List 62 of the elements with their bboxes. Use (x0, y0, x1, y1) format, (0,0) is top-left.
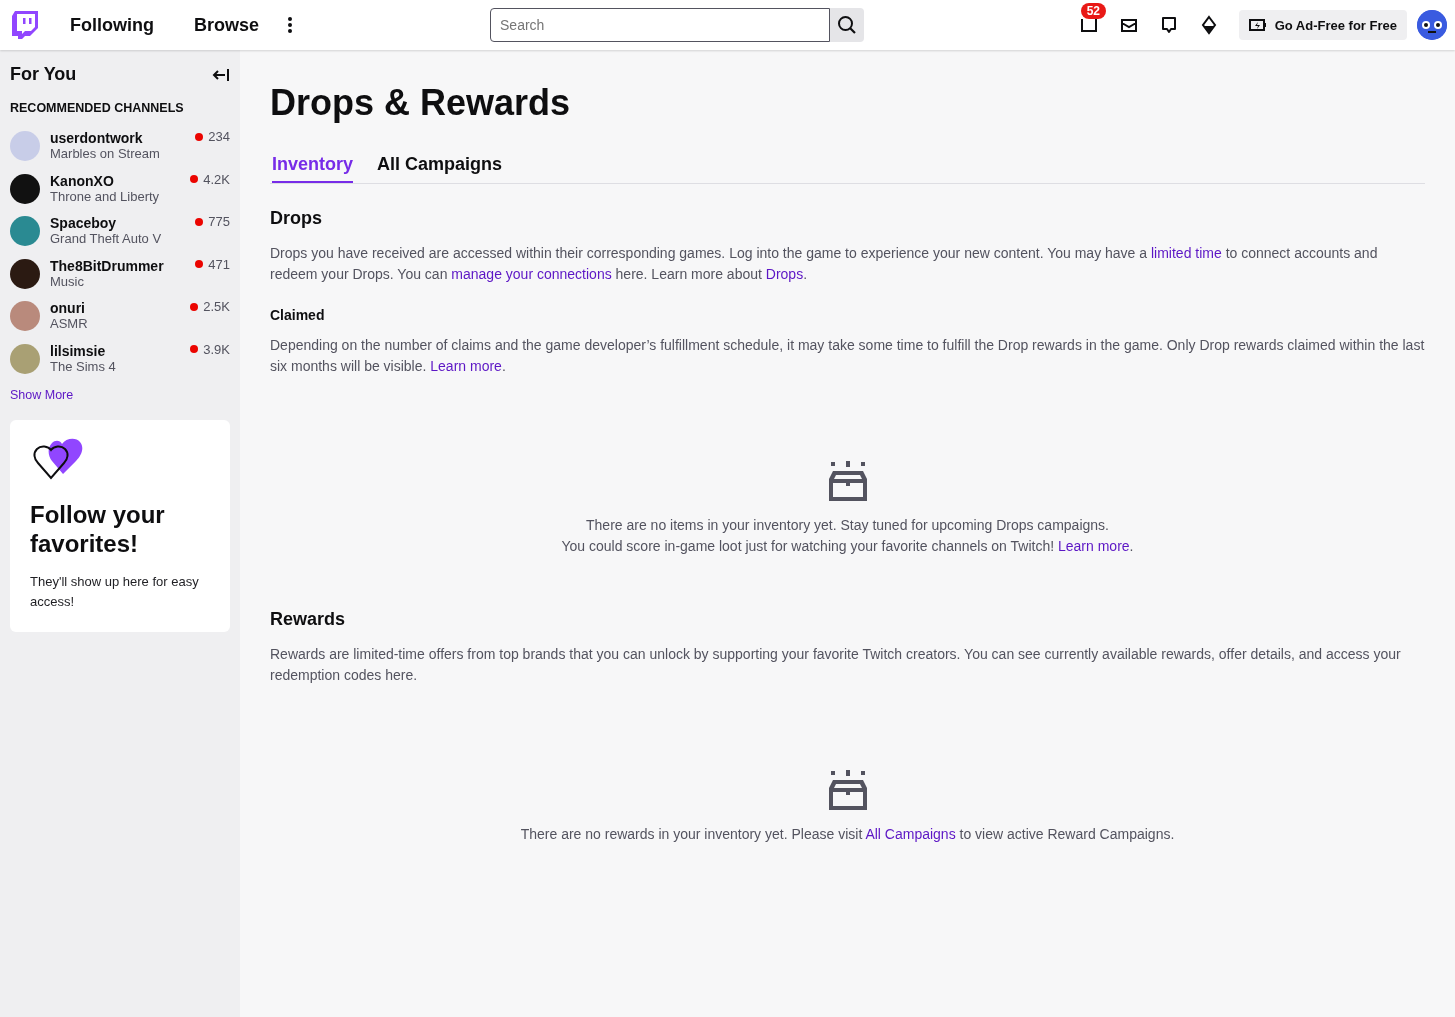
notification-badge: 52 (1080, 3, 1107, 19)
user-avatar[interactable] (1417, 10, 1447, 40)
nav-link[interactable]: Following (70, 14, 154, 36)
text-link[interactable]: All Campaigns (865, 826, 956, 842)
search-icon (837, 15, 857, 35)
viewer-count: 3.9K (203, 341, 230, 357)
live-dot (195, 260, 204, 268)
section-description: Drops you have received are accessed within their corresponding games. Log into the game to experience your new content. You may have a limited time to connect accounts and redeem your Drops. You can manage your connections here. Learn more about Drops. (270, 244, 1379, 284)
promo-title: Follow your favorites! (30, 500, 166, 558)
collapse-icon[interactable] (212, 67, 230, 82)
channel-category: Throne and Liberty (50, 188, 161, 204)
section-heading: Rewards (270, 609, 347, 630)
channel-name[interactable]: KanonXO (50, 173, 191, 189)
channel-name[interactable]: Spaceboy (50, 216, 196, 232)
empty-state-text: You could score in-game loot just for watching your favorite channels on Twitch! Learn more. (561, 537, 1134, 556)
more-icon[interactable] (287, 16, 293, 34)
treasure-chest-icon (826, 770, 869, 812)
section-description: Depending on the number of claims and the game developer’s fulfillment schedule, it may take some time to fulfill the Drop rewards in the game. Only Drop rewards claimed within the last six months will be visible. Learn more. (270, 336, 1425, 376)
tab[interactable]: All Campaigns (377, 154, 503, 183)
tab[interactable]: Inventory (272, 154, 354, 183)
channel-name[interactable]: userdontwork (50, 131, 196, 147)
live-dot (190, 302, 199, 311)
nav-link[interactable]: Browse (194, 14, 259, 36)
live-dot (195, 217, 204, 226)
section-title: RECOMMENDED CHANNELS (10, 101, 185, 115)
empty-state-text: There are no items in your inventory yet. Stay tuned for upcoming Drops campaigns. (586, 516, 1109, 535)
channel-category: Grand Theft Auto V (50, 231, 163, 247)
live-dot (190, 175, 199, 183)
text-link[interactable]: Learn more (1058, 538, 1130, 554)
sidebar-title: For You (10, 64, 77, 85)
channel-category: The Sims 4 (50, 358, 117, 374)
page-title: Drops & Rewards (270, 82, 572, 124)
battery-icon (1248, 18, 1267, 32)
section-heading: Claimed (270, 307, 326, 323)
ad-free-button[interactable]: Go Ad-Free for Free (1238, 10, 1407, 40)
viewer-count: 234 (208, 129, 230, 144)
section-heading: Drops (270, 208, 323, 229)
channel-category: Music (50, 273, 85, 289)
live-dot (195, 132, 204, 141)
channel-avatar[interactable] (10, 173, 40, 204)
channel-name[interactable]: onuri (50, 301, 191, 317)
promo-text: They'll show up here for easy access! (30, 573, 200, 611)
channel-category: ASMR (50, 316, 89, 332)
channel-category: Marbles on Stream (50, 146, 161, 162)
empty-state-text: There are no rewards in your inventory yet. Please visit All Campaigns to view active Reward Campaigns. (520, 825, 1175, 844)
treasure-chest-icon (826, 461, 869, 503)
viewer-count: 4.2K (203, 171, 230, 187)
text-link[interactable]: Learn more (430, 358, 502, 374)
text-link[interactable]: manage your connections (451, 266, 612, 282)
section-description: Rewards are limited-time offers from top brands that you can unlock by supporting your favorite Twitch creators. You can see currently available rewards, offer details, and access your redemption codes here. (270, 645, 1402, 685)
viewer-count: 775 (208, 214, 230, 229)
search-button[interactable] (830, 8, 864, 42)
channel-avatar[interactable] (10, 258, 40, 289)
live-dot (190, 345, 199, 353)
search-field[interactable]: Search (490, 8, 830, 42)
channel-name[interactable]: lilsimsie (50, 343, 191, 359)
channel-name[interactable]: The8BitDrummer (50, 258, 196, 274)
text-link[interactable]: limited time (1150, 245, 1222, 261)
show-more-link[interactable]: Show More (10, 388, 74, 402)
viewer-count: 2.5K (203, 299, 230, 314)
logo-icon[interactable] (12, 11, 38, 39)
viewer-count: 471 (208, 256, 230, 272)
